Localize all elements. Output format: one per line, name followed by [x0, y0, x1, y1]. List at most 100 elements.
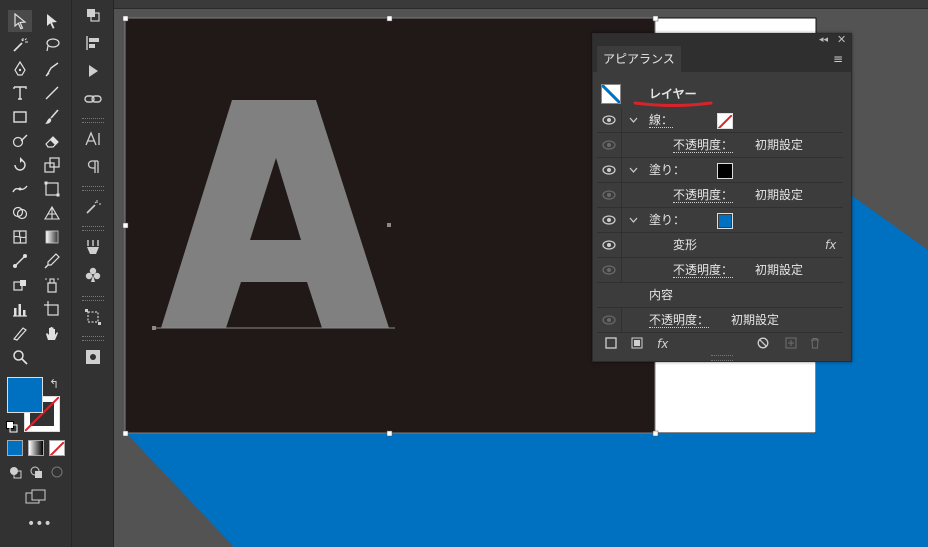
mesh-tool[interactable]: [8, 226, 32, 248]
rotate-tool[interactable]: [8, 154, 32, 176]
opacity-label[interactable]: 不透明度：: [673, 138, 734, 153]
symbol-sprayer-tool[interactable]: [40, 274, 64, 296]
actions-panel-button[interactable]: [81, 60, 105, 82]
paintbrush-tool[interactable]: [40, 106, 64, 128]
paragraph-panel-button[interactable]: [81, 156, 105, 178]
transform-panel-button[interactable]: [81, 4, 105, 26]
close-panel-icon[interactable]: ✕: [837, 34, 846, 46]
fill-row-blue[interactable]: 塗り：: [597, 208, 843, 233]
visibility-toggle[interactable]: [597, 208, 622, 232]
screen-mode-icon[interactable]: [25, 489, 47, 505]
hand-tool[interactable]: [40, 322, 64, 344]
gradient-mode-button[interactable]: [28, 440, 44, 456]
direct-selection-tool[interactable]: [40, 10, 64, 32]
none-mode-button[interactable]: [49, 440, 65, 456]
artboard-tool[interactable]: [40, 298, 64, 320]
panel-group-grip[interactable]: [82, 226, 104, 231]
brushes-panel-button[interactable]: [81, 236, 105, 258]
perspective-grid-tool[interactable]: [40, 202, 64, 224]
clear-appearance-icon[interactable]: [757, 337, 769, 351]
rectangle-tool[interactable]: [8, 106, 32, 128]
expand-chevron-icon[interactable]: [627, 158, 639, 182]
curvature-tool[interactable]: [40, 58, 64, 80]
stroke-opacity-row[interactable]: 不透明度： 初期設定: [597, 133, 843, 158]
image-trace-panel-button[interactable]: [81, 196, 105, 218]
live-paint-bucket-tool[interactable]: [8, 274, 32, 296]
width-tool[interactable]: [8, 178, 32, 200]
transform-effect-row[interactable]: 変形 fx: [597, 233, 843, 258]
shaper-tool[interactable]: [8, 130, 32, 152]
opacity-label[interactable]: 不透明度：: [673, 263, 734, 278]
fill-black-swatch[interactable]: [717, 163, 733, 179]
slice-tool[interactable]: [8, 322, 32, 344]
add-new-fill-icon[interactable]: [631, 337, 643, 351]
panel-resize-grip[interactable]: [711, 355, 733, 361]
column-graph-tool[interactable]: [8, 298, 32, 320]
object-opacity-row[interactable]: 不透明度： 初期設定: [597, 308, 843, 333]
visibility-toggle[interactable]: [597, 308, 622, 332]
visibility-toggle[interactable]: [597, 133, 622, 157]
eraser-tool[interactable]: [40, 130, 64, 152]
draw-normal-icon[interactable]: [8, 464, 22, 479]
links-panel-button[interactable]: [81, 88, 105, 110]
fill-color-swatch-front[interactable]: [7, 377, 43, 413]
default-fill-stroke-icon[interactable]: [6, 418, 18, 433]
contents-row[interactable]: 内容: [597, 283, 843, 308]
visibility-toggle[interactable]: [597, 258, 622, 282]
lasso-tool[interactable]: [40, 34, 64, 56]
expand-chevron-icon[interactable]: [627, 108, 639, 132]
fill-blue-swatch[interactable]: [717, 213, 733, 229]
scale-tool[interactable]: [40, 154, 64, 176]
text-anchor-point[interactable]: [152, 326, 156, 330]
opacity-label[interactable]: 不透明度：: [673, 188, 734, 203]
draw-inside-icon[interactable]: [50, 464, 64, 478]
eyedropper-tool[interactable]: [40, 250, 64, 272]
fill-opacity-row[interactable]: 不透明度： 初期設定: [597, 258, 843, 283]
magic-wand-tool[interactable]: [8, 34, 32, 56]
tab-appearance[interactable]: アピアランス: [597, 46, 681, 72]
edit-toolbar-more-icon[interactable]: •••: [27, 517, 52, 531]
fill-opacity-row[interactable]: 不透明度： 初期設定: [597, 183, 843, 208]
fx-icon[interactable]: fx: [825, 233, 836, 257]
duplicate-item-icon[interactable]: [785, 337, 797, 351]
asset-export-panel-button[interactable]: [81, 346, 105, 368]
align-panel-button[interactable]: [81, 32, 105, 54]
shape-builder-tool[interactable]: [8, 202, 32, 224]
visibility-toggle[interactable]: [597, 108, 622, 132]
opacity-label[interactable]: 不透明度：: [649, 313, 710, 328]
stroke-none-swatch[interactable]: [717, 113, 733, 129]
symbols-panel-button[interactable]: [81, 264, 105, 286]
panel-group-grip[interactable]: [82, 336, 104, 341]
fill-row-black[interactable]: 塗り：: [597, 158, 843, 183]
artboards-panel-button[interactable]: [81, 306, 105, 328]
appearance-panel[interactable]: ◂◂ ✕ アピアランス ≡ レイヤー 線： 不透明度： 初期設定 塗り： 不透明…: [592, 33, 852, 362]
zoom-tool[interactable]: [8, 346, 32, 368]
pen-tool[interactable]: [8, 58, 32, 80]
transform-label[interactable]: 変形: [673, 238, 697, 252]
panel-menu-icon[interactable]: ≡: [833, 52, 843, 66]
type-tool[interactable]: [8, 82, 32, 104]
visibility-toggle[interactable]: [597, 183, 622, 207]
swap-fill-stroke-icon[interactable]: ↰: [49, 377, 63, 391]
color-mode-button[interactable]: [7, 440, 23, 456]
panel-title-strip[interactable]: ◂◂ ✕: [593, 34, 851, 46]
character-panel-button[interactable]: [81, 128, 105, 150]
panel-group-grip[interactable]: [82, 118, 104, 123]
layer-target-row[interactable]: レイヤー: [597, 80, 843, 109]
expand-chevron-icon[interactable]: [627, 208, 639, 232]
panel-group-grip[interactable]: [82, 296, 104, 301]
stroke-row[interactable]: 線：: [597, 108, 843, 133]
collapse-panel-icon[interactable]: ◂◂: [819, 34, 828, 46]
delete-item-trash-icon[interactable]: [809, 337, 821, 351]
stroke-label[interactable]: 線：: [649, 113, 674, 128]
visibility-toggle[interactable]: [597, 158, 622, 182]
blend-tool[interactable]: [8, 250, 32, 272]
selection-tool[interactable]: [8, 10, 32, 32]
panel-group-grip[interactable]: [82, 186, 104, 191]
gradient-tool[interactable]: [40, 226, 64, 248]
add-effect-fx-icon[interactable]: fx: [657, 337, 668, 351]
visibility-toggle[interactable]: [597, 233, 622, 257]
draw-behind-icon[interactable]: [29, 464, 43, 478]
free-transform-tool[interactable]: [40, 178, 64, 200]
line-segment-tool[interactable]: [40, 82, 64, 104]
